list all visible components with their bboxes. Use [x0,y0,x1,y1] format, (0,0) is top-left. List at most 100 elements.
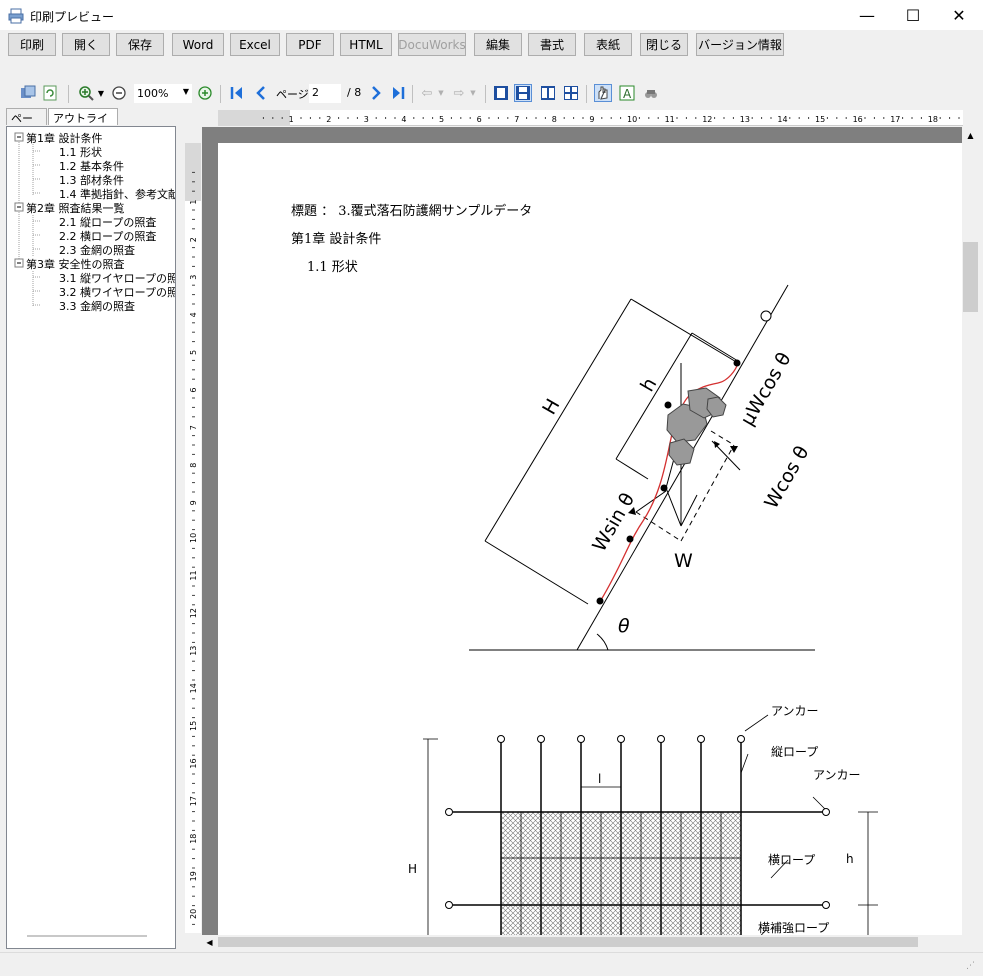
net-plan-diagram: アンカー 縦ロープ アンカー 横ロープ 横補強ロープ H h l [408,704,878,935]
section-heading: 1.1 形状 [307,260,358,275]
slope-force-diagram: H h μWcos θ Wcos θ Wsin θ W θ [469,284,815,651]
forward-dropdown-icon[interactable]: ▼ [468,85,478,101]
close-preview-button[interactable]: 閉じる [640,33,688,56]
page-total: / 8 [347,86,362,99]
horizontal-scroll-thumb[interactable] [218,937,918,947]
zoom-dropdown-icon[interactable]: ▼ [96,85,106,101]
excel-button[interactable]: Excel [230,33,280,56]
last-page-icon[interactable] [390,85,406,101]
open-button[interactable]: 開く [62,33,110,56]
label-reinforce-rope: 横補強ロープ [758,921,829,935]
back-icon[interactable]: ⇦ [419,85,435,101]
vertical-scrollbar[interactable]: ▲ [962,127,979,935]
label-h: h [636,374,661,395]
title-bar: 印刷プレビュー — ☐ ✕ [0,0,983,31]
format-button[interactable]: 書式 [528,33,576,56]
chevron-down-icon[interactable]: ▼ [183,87,189,96]
edit-button[interactable]: 編集 [474,33,522,56]
back-dropdown-icon[interactable]: ▼ [436,85,446,101]
ruler-number: 9 [189,500,198,505]
label-net-h: h [846,852,854,866]
refresh-icon[interactable] [42,85,58,101]
ruler-number: 7 [514,115,519,124]
window-title: 印刷プレビュー [30,10,115,24]
zoom-in-icon[interactable] [78,85,94,101]
first-page-icon[interactable] [229,85,245,101]
preview-area[interactable]: 標題 ： 3.覆式落石防護網サンプルデータ 第1章 設計条件 1.1 形状 H … [202,127,962,935]
outline-tree: 第1章 設計条件 1.1 形状 1.2 基本条件 1.3 部材条件 1.4 準拠… [6,126,176,949]
ruler-number: 4 [401,115,406,124]
single-page-icon[interactable] [493,85,509,101]
ruler-number: 3 [364,115,369,124]
ruler-number: 13 [189,646,198,656]
zoom-plus-icon[interactable] [197,85,213,101]
cover-button[interactable]: 表紙 [584,33,632,56]
zoom-select[interactable]: 100% ▼ [134,84,192,103]
word-button[interactable]: Word [172,33,224,56]
label-spacing: l [598,772,601,786]
label-vertical-rope: 縦ロープ [771,745,818,759]
version-info-button[interactable]: バージョン情報 [696,33,784,56]
label-mu-wcos: μWcos θ [736,349,795,430]
continuous-page-icon[interactable] [514,84,532,102]
tab-outline[interactable]: アウトライン [48,108,118,141]
save-button[interactable]: 保存 [116,33,164,56]
page-label: ページ [276,88,309,101]
ruler-number: 7 [189,425,198,430]
ruler-number: 5 [189,350,198,355]
print-button[interactable]: 印刷 [8,33,56,56]
ruler-number: 12 [189,608,198,618]
close-button[interactable]: ✕ [936,0,982,30]
ruler-number: 17 [890,115,900,124]
minimize-button[interactable]: — [844,0,890,30]
label-wcos: Wcos θ [760,442,813,512]
vertical-scroll-thumb[interactable] [963,242,978,312]
ruler-ticks: 1234567891011121314151617181920 [185,143,201,925]
ruler-number: 8 [189,463,198,468]
find-icon[interactable] [643,85,659,101]
page-paper: 標題 ： 3.覆式落石防護網サンプルデータ 第1章 設計条件 1.1 形状 H … [218,143,962,935]
svg-text:A: A [623,87,632,101]
navigation-toolbar: ▼ 100% ▼ ページ 2 / 8 ⇦ ▼ ⇨ ▼ A [0,82,983,106]
label-anchor-right: アンカー [813,768,861,782]
page-number-input[interactable]: 2 [309,84,341,103]
ruler-number: 10 [627,115,637,124]
ruler-number: 1 [289,115,294,124]
outline-item[interactable]: 3.3 金網の照査 [59,298,135,314]
resize-grip-icon[interactable]: ⋰ [966,961,975,971]
ruler-number: 3 [189,275,198,280]
ruler-number: 2 [326,115,331,124]
label-wsin: Wsin θ [588,489,639,555]
ruler-number: 11 [189,570,198,580]
ruler-number: 20 [189,909,198,919]
outline-hscroll-thumb[interactable] [27,935,147,937]
ruler-number: 16 [853,115,863,124]
prev-page-icon[interactable] [253,85,269,101]
maximize-button[interactable]: ☐ [890,0,936,30]
scroll-up-icon[interactable]: ▲ [962,127,979,144]
chapter-heading: 第1章 設計条件 [291,232,382,247]
ruler-number: 9 [589,115,594,124]
ruler-number: 6 [189,388,198,393]
zoom-out-icon[interactable] [111,85,127,101]
multi-page-icon[interactable] [563,85,579,101]
hand-tool-icon[interactable] [594,84,612,102]
tab-page[interactable]: ページ [6,108,47,141]
ruler-number: 17 [189,796,198,806]
ruler-number: 14 [777,115,787,124]
pdf-button[interactable]: PDF [286,33,334,56]
two-page-icon[interactable] [540,85,556,101]
html-button[interactable]: HTML [340,33,392,56]
ruler-number: 14 [189,683,198,693]
forward-icon[interactable]: ⇨ [451,85,467,101]
ruler-number: 6 [477,115,482,124]
docuworks-button[interactable]: DocuWorks [398,33,466,56]
scroll-left-icon[interactable]: ◀ [202,935,217,949]
horizontal-scrollbar[interactable]: ◀ [202,935,962,949]
ruler-number: 12 [702,115,712,124]
ruler-number: 16 [189,758,198,768]
thumbnails-icon[interactable] [20,85,36,101]
label-net-H: H [408,862,417,876]
text-select-icon[interactable]: A [619,85,635,101]
next-page-icon[interactable] [368,85,384,101]
